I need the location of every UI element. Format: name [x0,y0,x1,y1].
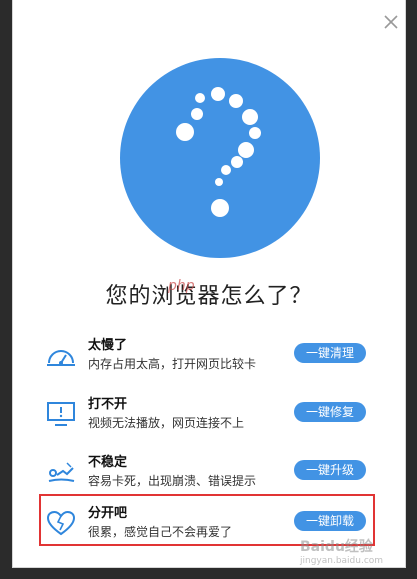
option-row-cannot-open: 打不开 视频无法播放，网页连接不上 一键修复 [43,389,383,439]
one-click-repair-button[interactable]: 一键修复 [294,402,366,422]
one-click-upgrade-button[interactable]: 一键升级 [294,460,366,480]
uninstall-dialog: 您的浏览器怎么了？ 太慢了 内存占用太高，打开网页比较卡 一键清理 打不开 视频… [13,0,405,567]
option-name: 不稳定 [88,455,128,470]
broken-chart-icon [48,462,75,482]
one-click-uninstall-button[interactable]: 一键卸载 [294,511,366,531]
option-description: 视频无法播放，网页连接不上 [88,416,245,430]
option-name: 打不开 [88,397,128,412]
one-click-clean-button[interactable]: 一键清理 [294,343,366,363]
option-row-break-up: 分开吧 很累，感觉自己不会再爱了 一键卸载 [39,494,383,548]
option-description: 容易卡死，出现崩溃、错误提示 [88,474,257,488]
option-name: 分开吧 [88,506,128,521]
option-description: 内存占用太高，打开网页比较卡 [88,357,257,371]
option-name: 太慢了 [88,338,128,353]
speedometer-icon [47,350,75,366]
option-row-unstable: 不稳定 容易卡死，出现崩溃、错误提示 一键升级 [43,447,383,497]
dialog-title: 您的浏览器怎么了？ [105,284,313,309]
monitor-alert-icon [47,402,75,426]
option-row-slow: 太慢了 内存占用太高，打开网页比较卡 一键清理 [43,330,383,380]
option-description: 很累，感觉自己不会再爱了 [88,525,233,539]
question-mark-illustration [120,58,320,258]
broken-heart-icon [46,510,76,536]
close-icon[interactable] [382,13,400,31]
